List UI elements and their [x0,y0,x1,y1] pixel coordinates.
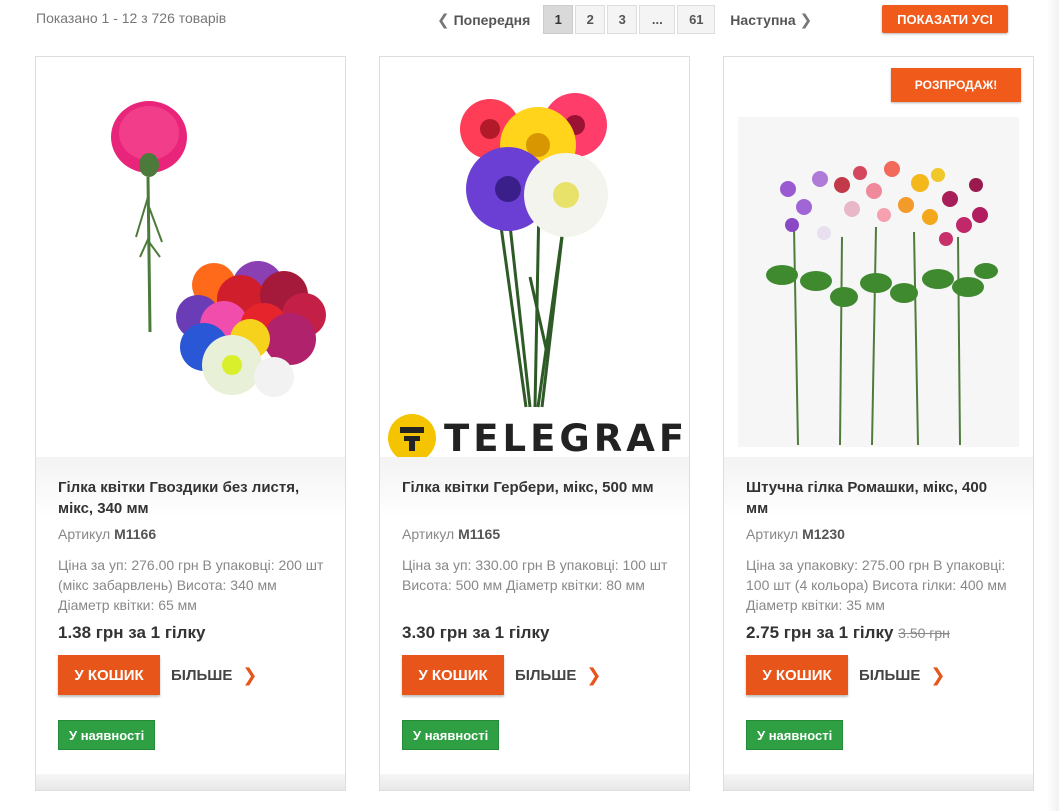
chevron-right-icon: ❯ [586,665,602,685]
card-footer-shadow [36,774,345,790]
product-info: Штучна гілка Ромашки, мікс, 400 мм Артик… [724,457,1033,777]
chevron-right-icon: ❯ [799,11,813,29]
watermark-text: TELEGRAF [444,416,689,458]
product-image[interactable] [36,57,345,457]
more-link[interactable]: БІЛЬШЕ ❯ [859,665,945,686]
page-edge [1047,0,1059,811]
product-card: РОЗПРОДАЖ! Штучна гілка Ромашки, мікс, 4… [723,56,1034,791]
product-price: 1.38 грн за 1 гілку [58,623,205,643]
chevron-right-icon: ❯ [930,665,946,685]
daisy-branch-image [738,117,1019,447]
card-footer-shadow [724,774,1033,790]
product-price: 2.75 грн за 1 гілку 3.50 грн [746,623,950,643]
page-2-button[interactable]: 2 [575,5,606,34]
add-to-cart-button[interactable]: У КОШИК [402,655,504,695]
product-description: Ціна за уп: 276.00 грн В упаковці: 200 ш… [58,557,324,613]
in-stock-badge: У наявності [402,720,500,750]
product-description: Ціна за упаковку: 275.00 грн В упаковці:… [746,557,1007,613]
show-all-button[interactable]: ПОКАЗАТИ УСІ [882,5,1008,33]
sku-value: M1165 [458,526,501,542]
product-title[interactable]: Штучна гілка Ромашки, мікс, 400 мм [746,477,1011,519]
carnation-image [111,101,326,397]
product-info: Гілка квітки Гвоздики без листя, мікс, 3… [36,457,345,777]
product-card: TELEGRAF Гілка квітки Гербери, мікс, 500… [379,56,690,791]
sku-value: M1230 [802,526,845,542]
product-card: Гілка квітки Гвоздики без листя, мікс, 3… [35,56,346,791]
product-title[interactable]: Гілка квітки Гвоздики без листя, мікс, 3… [58,477,323,519]
add-to-cart-button[interactable]: У КОШИК [58,655,160,695]
telegraf-logo-icon [388,414,436,457]
chevron-right-icon: ❯ [242,665,258,685]
product-description: Ціна за уп: 330.00 грн В упаковці: 100 ш… [402,557,668,593]
sku-label: Артикул [58,526,111,542]
price-value: 1.38 грн за 1 гілку [58,623,206,642]
product-sku: Артикул M1230 [746,526,845,542]
more-link[interactable]: БІЛЬШЕ ❯ [515,665,601,686]
page-1-button[interactable]: 1 [543,5,574,34]
product-sku: Артикул M1165 [402,526,500,542]
sku-value: M1166 [114,526,157,542]
next-page-label: Наступна [730,11,796,28]
page-61-button[interactable]: 61 [677,5,716,34]
results-count: Показано 1 - 12 з 726 товарів [36,10,227,26]
sku-label: Артикул [402,526,455,542]
product-price: 3.30 грн за 1 гілку [402,623,549,643]
prev-page-link[interactable]: ❮ Попередня [437,11,530,29]
page-3-button[interactable]: 3 [607,5,638,34]
sale-badge: РОЗПРОДАЖ! [891,68,1021,102]
sku-label: Артикул [746,526,799,542]
product-sku: Артикул M1166 [58,526,156,542]
next-page-link[interactable]: Наступна ❯ [730,11,812,29]
product-image[interactable]: РОЗПРОДАЖ! [724,57,1033,457]
in-stock-badge: У наявності [58,720,156,750]
more-label: БІЛЬШЕ [171,667,233,684]
card-footer-shadow [380,774,689,790]
price-value: 2.75 грн за 1 гілку [746,623,894,642]
product-info: Гілка квітки Гербери, мікс, 500 мм Артик… [380,457,689,777]
product-title[interactable]: Гілка квітки Гербери, мікс, 500 мм [402,477,667,498]
page-ellipsis: ... [639,5,676,34]
more-link[interactable]: БІЛЬШЕ ❯ [171,665,257,686]
price-value: 3.30 грн за 1 гілку [402,623,550,642]
more-label: БІЛЬШЕ [859,667,921,684]
prev-page-label: Попередня [453,11,531,28]
old-price: 3.50 грн [898,625,950,641]
more-label: БІЛЬШЕ [515,667,577,684]
listing-toolbar: Показано 1 - 12 з 726 товарів ❮ Попередн… [0,0,1059,40]
chevron-left-icon: ❮ [437,11,450,29]
add-to-cart-button[interactable]: У КОШИК [746,655,848,695]
telegraf-watermark: TELEGRAF [388,413,688,457]
gerbera-image [460,93,608,408]
in-stock-badge: У наявності [746,720,844,750]
product-image[interactable]: TELEGRAF [380,57,689,457]
pagination: ❮ Попередня 1 2 3 ... 61 Наступна ❯ [437,5,812,34]
